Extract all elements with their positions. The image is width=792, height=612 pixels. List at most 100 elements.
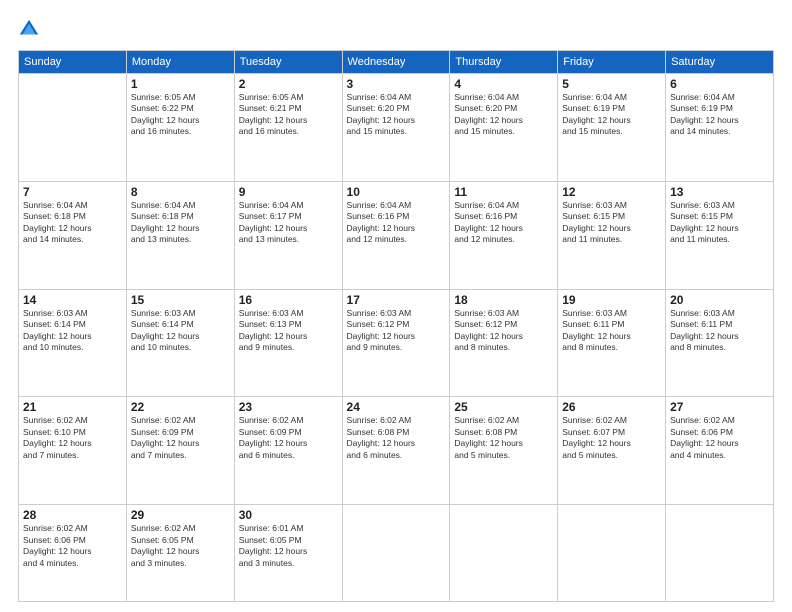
- weekday-header-thursday: Thursday: [450, 51, 558, 74]
- day-number: 12: [562, 185, 661, 199]
- day-info: Sunrise: 6:02 AMSunset: 6:08 PMDaylight:…: [454, 415, 553, 461]
- day-info: Sunrise: 6:02 AMSunset: 6:08 PMDaylight:…: [347, 415, 446, 461]
- day-number: 29: [131, 508, 230, 522]
- day-info: Sunrise: 6:04 AMSunset: 6:16 PMDaylight:…: [347, 200, 446, 246]
- day-info: Sunrise: 6:02 AMSunset: 6:07 PMDaylight:…: [562, 415, 661, 461]
- calendar-cell: 4Sunrise: 6:04 AMSunset: 6:20 PMDaylight…: [450, 74, 558, 182]
- day-number: 13: [670, 185, 769, 199]
- day-info: Sunrise: 6:04 AMSunset: 6:19 PMDaylight:…: [562, 92, 661, 138]
- day-number: 17: [347, 293, 446, 307]
- weekday-header-monday: Monday: [126, 51, 234, 74]
- day-info: Sunrise: 6:03 AMSunset: 6:13 PMDaylight:…: [239, 308, 338, 354]
- day-info: Sunrise: 6:02 AMSunset: 6:09 PMDaylight:…: [239, 415, 338, 461]
- day-number: 26: [562, 400, 661, 414]
- day-info: Sunrise: 6:04 AMSunset: 6:20 PMDaylight:…: [347, 92, 446, 138]
- calendar-cell: 9Sunrise: 6:04 AMSunset: 6:17 PMDaylight…: [234, 181, 342, 289]
- calendar-cell: 11Sunrise: 6:04 AMSunset: 6:16 PMDayligh…: [450, 181, 558, 289]
- calendar-cell: 20Sunrise: 6:03 AMSunset: 6:11 PMDayligh…: [666, 289, 774, 397]
- day-number: 6: [670, 77, 769, 91]
- calendar-cell: 5Sunrise: 6:04 AMSunset: 6:19 PMDaylight…: [558, 74, 666, 182]
- day-info: Sunrise: 6:02 AMSunset: 6:09 PMDaylight:…: [131, 415, 230, 461]
- day-info: Sunrise: 6:01 AMSunset: 6:05 PMDaylight:…: [239, 523, 338, 569]
- calendar-cell: [558, 505, 666, 602]
- calendar-cell: 14Sunrise: 6:03 AMSunset: 6:14 PMDayligh…: [19, 289, 127, 397]
- calendar-cell: 24Sunrise: 6:02 AMSunset: 6:08 PMDayligh…: [342, 397, 450, 505]
- day-info: Sunrise: 6:02 AMSunset: 6:10 PMDaylight:…: [23, 415, 122, 461]
- calendar-cell: [19, 74, 127, 182]
- calendar-cell: 6Sunrise: 6:04 AMSunset: 6:19 PMDaylight…: [666, 74, 774, 182]
- calendar-cell: 16Sunrise: 6:03 AMSunset: 6:13 PMDayligh…: [234, 289, 342, 397]
- calendar-cell: 7Sunrise: 6:04 AMSunset: 6:18 PMDaylight…: [19, 181, 127, 289]
- calendar-cell: 19Sunrise: 6:03 AMSunset: 6:11 PMDayligh…: [558, 289, 666, 397]
- day-number: 4: [454, 77, 553, 91]
- calendar-cell: 23Sunrise: 6:02 AMSunset: 6:09 PMDayligh…: [234, 397, 342, 505]
- day-number: 2: [239, 77, 338, 91]
- calendar-cell: 25Sunrise: 6:02 AMSunset: 6:08 PMDayligh…: [450, 397, 558, 505]
- day-number: 3: [347, 77, 446, 91]
- calendar-cell: 30Sunrise: 6:01 AMSunset: 6:05 PMDayligh…: [234, 505, 342, 602]
- calendar-cell: 3Sunrise: 6:04 AMSunset: 6:20 PMDaylight…: [342, 74, 450, 182]
- logo-icon: [18, 18, 40, 40]
- day-number: 24: [347, 400, 446, 414]
- day-number: 14: [23, 293, 122, 307]
- day-number: 7: [23, 185, 122, 199]
- day-number: 8: [131, 185, 230, 199]
- calendar-cell: 21Sunrise: 6:02 AMSunset: 6:10 PMDayligh…: [19, 397, 127, 505]
- logo: [18, 18, 44, 40]
- day-number: 28: [23, 508, 122, 522]
- calendar-cell: [342, 505, 450, 602]
- calendar-cell: [666, 505, 774, 602]
- calendar-cell: 15Sunrise: 6:03 AMSunset: 6:14 PMDayligh…: [126, 289, 234, 397]
- day-number: 19: [562, 293, 661, 307]
- day-number: 23: [239, 400, 338, 414]
- calendar-cell: 13Sunrise: 6:03 AMSunset: 6:15 PMDayligh…: [666, 181, 774, 289]
- page: SundayMondayTuesdayWednesdayThursdayFrid…: [0, 0, 792, 612]
- calendar-table: SundayMondayTuesdayWednesdayThursdayFrid…: [18, 50, 774, 602]
- day-info: Sunrise: 6:03 AMSunset: 6:11 PMDaylight:…: [670, 308, 769, 354]
- calendar-cell: [450, 505, 558, 602]
- weekday-header-saturday: Saturday: [666, 51, 774, 74]
- calendar-cell: 22Sunrise: 6:02 AMSunset: 6:09 PMDayligh…: [126, 397, 234, 505]
- day-info: Sunrise: 6:03 AMSunset: 6:15 PMDaylight:…: [670, 200, 769, 246]
- calendar-cell: 12Sunrise: 6:03 AMSunset: 6:15 PMDayligh…: [558, 181, 666, 289]
- week-row-1: 1Sunrise: 6:05 AMSunset: 6:22 PMDaylight…: [19, 74, 774, 182]
- calendar-cell: 18Sunrise: 6:03 AMSunset: 6:12 PMDayligh…: [450, 289, 558, 397]
- day-info: Sunrise: 6:03 AMSunset: 6:14 PMDaylight:…: [23, 308, 122, 354]
- header: [18, 18, 774, 40]
- day-number: 18: [454, 293, 553, 307]
- day-info: Sunrise: 6:04 AMSunset: 6:20 PMDaylight:…: [454, 92, 553, 138]
- day-info: Sunrise: 6:02 AMSunset: 6:06 PMDaylight:…: [23, 523, 122, 569]
- day-number: 9: [239, 185, 338, 199]
- weekday-header-tuesday: Tuesday: [234, 51, 342, 74]
- calendar-cell: 10Sunrise: 6:04 AMSunset: 6:16 PMDayligh…: [342, 181, 450, 289]
- calendar-cell: 28Sunrise: 6:02 AMSunset: 6:06 PMDayligh…: [19, 505, 127, 602]
- weekday-header-row: SundayMondayTuesdayWednesdayThursdayFrid…: [19, 51, 774, 74]
- weekday-header-sunday: Sunday: [19, 51, 127, 74]
- day-info: Sunrise: 6:04 AMSunset: 6:19 PMDaylight:…: [670, 92, 769, 138]
- day-number: 1: [131, 77, 230, 91]
- day-info: Sunrise: 6:03 AMSunset: 6:14 PMDaylight:…: [131, 308, 230, 354]
- day-number: 10: [347, 185, 446, 199]
- calendar-cell: 29Sunrise: 6:02 AMSunset: 6:05 PMDayligh…: [126, 505, 234, 602]
- day-info: Sunrise: 6:04 AMSunset: 6:18 PMDaylight:…: [23, 200, 122, 246]
- day-info: Sunrise: 6:04 AMSunset: 6:18 PMDaylight:…: [131, 200, 230, 246]
- day-info: Sunrise: 6:05 AMSunset: 6:21 PMDaylight:…: [239, 92, 338, 138]
- week-row-4: 21Sunrise: 6:02 AMSunset: 6:10 PMDayligh…: [19, 397, 774, 505]
- day-number: 5: [562, 77, 661, 91]
- week-row-3: 14Sunrise: 6:03 AMSunset: 6:14 PMDayligh…: [19, 289, 774, 397]
- calendar-cell: 8Sunrise: 6:04 AMSunset: 6:18 PMDaylight…: [126, 181, 234, 289]
- calendar-cell: 2Sunrise: 6:05 AMSunset: 6:21 PMDaylight…: [234, 74, 342, 182]
- day-info: Sunrise: 6:02 AMSunset: 6:06 PMDaylight:…: [670, 415, 769, 461]
- day-info: Sunrise: 6:02 AMSunset: 6:05 PMDaylight:…: [131, 523, 230, 569]
- day-number: 21: [23, 400, 122, 414]
- day-info: Sunrise: 6:03 AMSunset: 6:12 PMDaylight:…: [454, 308, 553, 354]
- week-row-2: 7Sunrise: 6:04 AMSunset: 6:18 PMDaylight…: [19, 181, 774, 289]
- day-number: 25: [454, 400, 553, 414]
- calendar-cell: 17Sunrise: 6:03 AMSunset: 6:12 PMDayligh…: [342, 289, 450, 397]
- day-info: Sunrise: 6:04 AMSunset: 6:16 PMDaylight:…: [454, 200, 553, 246]
- day-info: Sunrise: 6:03 AMSunset: 6:11 PMDaylight:…: [562, 308, 661, 354]
- day-number: 30: [239, 508, 338, 522]
- day-number: 15: [131, 293, 230, 307]
- day-number: 16: [239, 293, 338, 307]
- calendar-cell: 26Sunrise: 6:02 AMSunset: 6:07 PMDayligh…: [558, 397, 666, 505]
